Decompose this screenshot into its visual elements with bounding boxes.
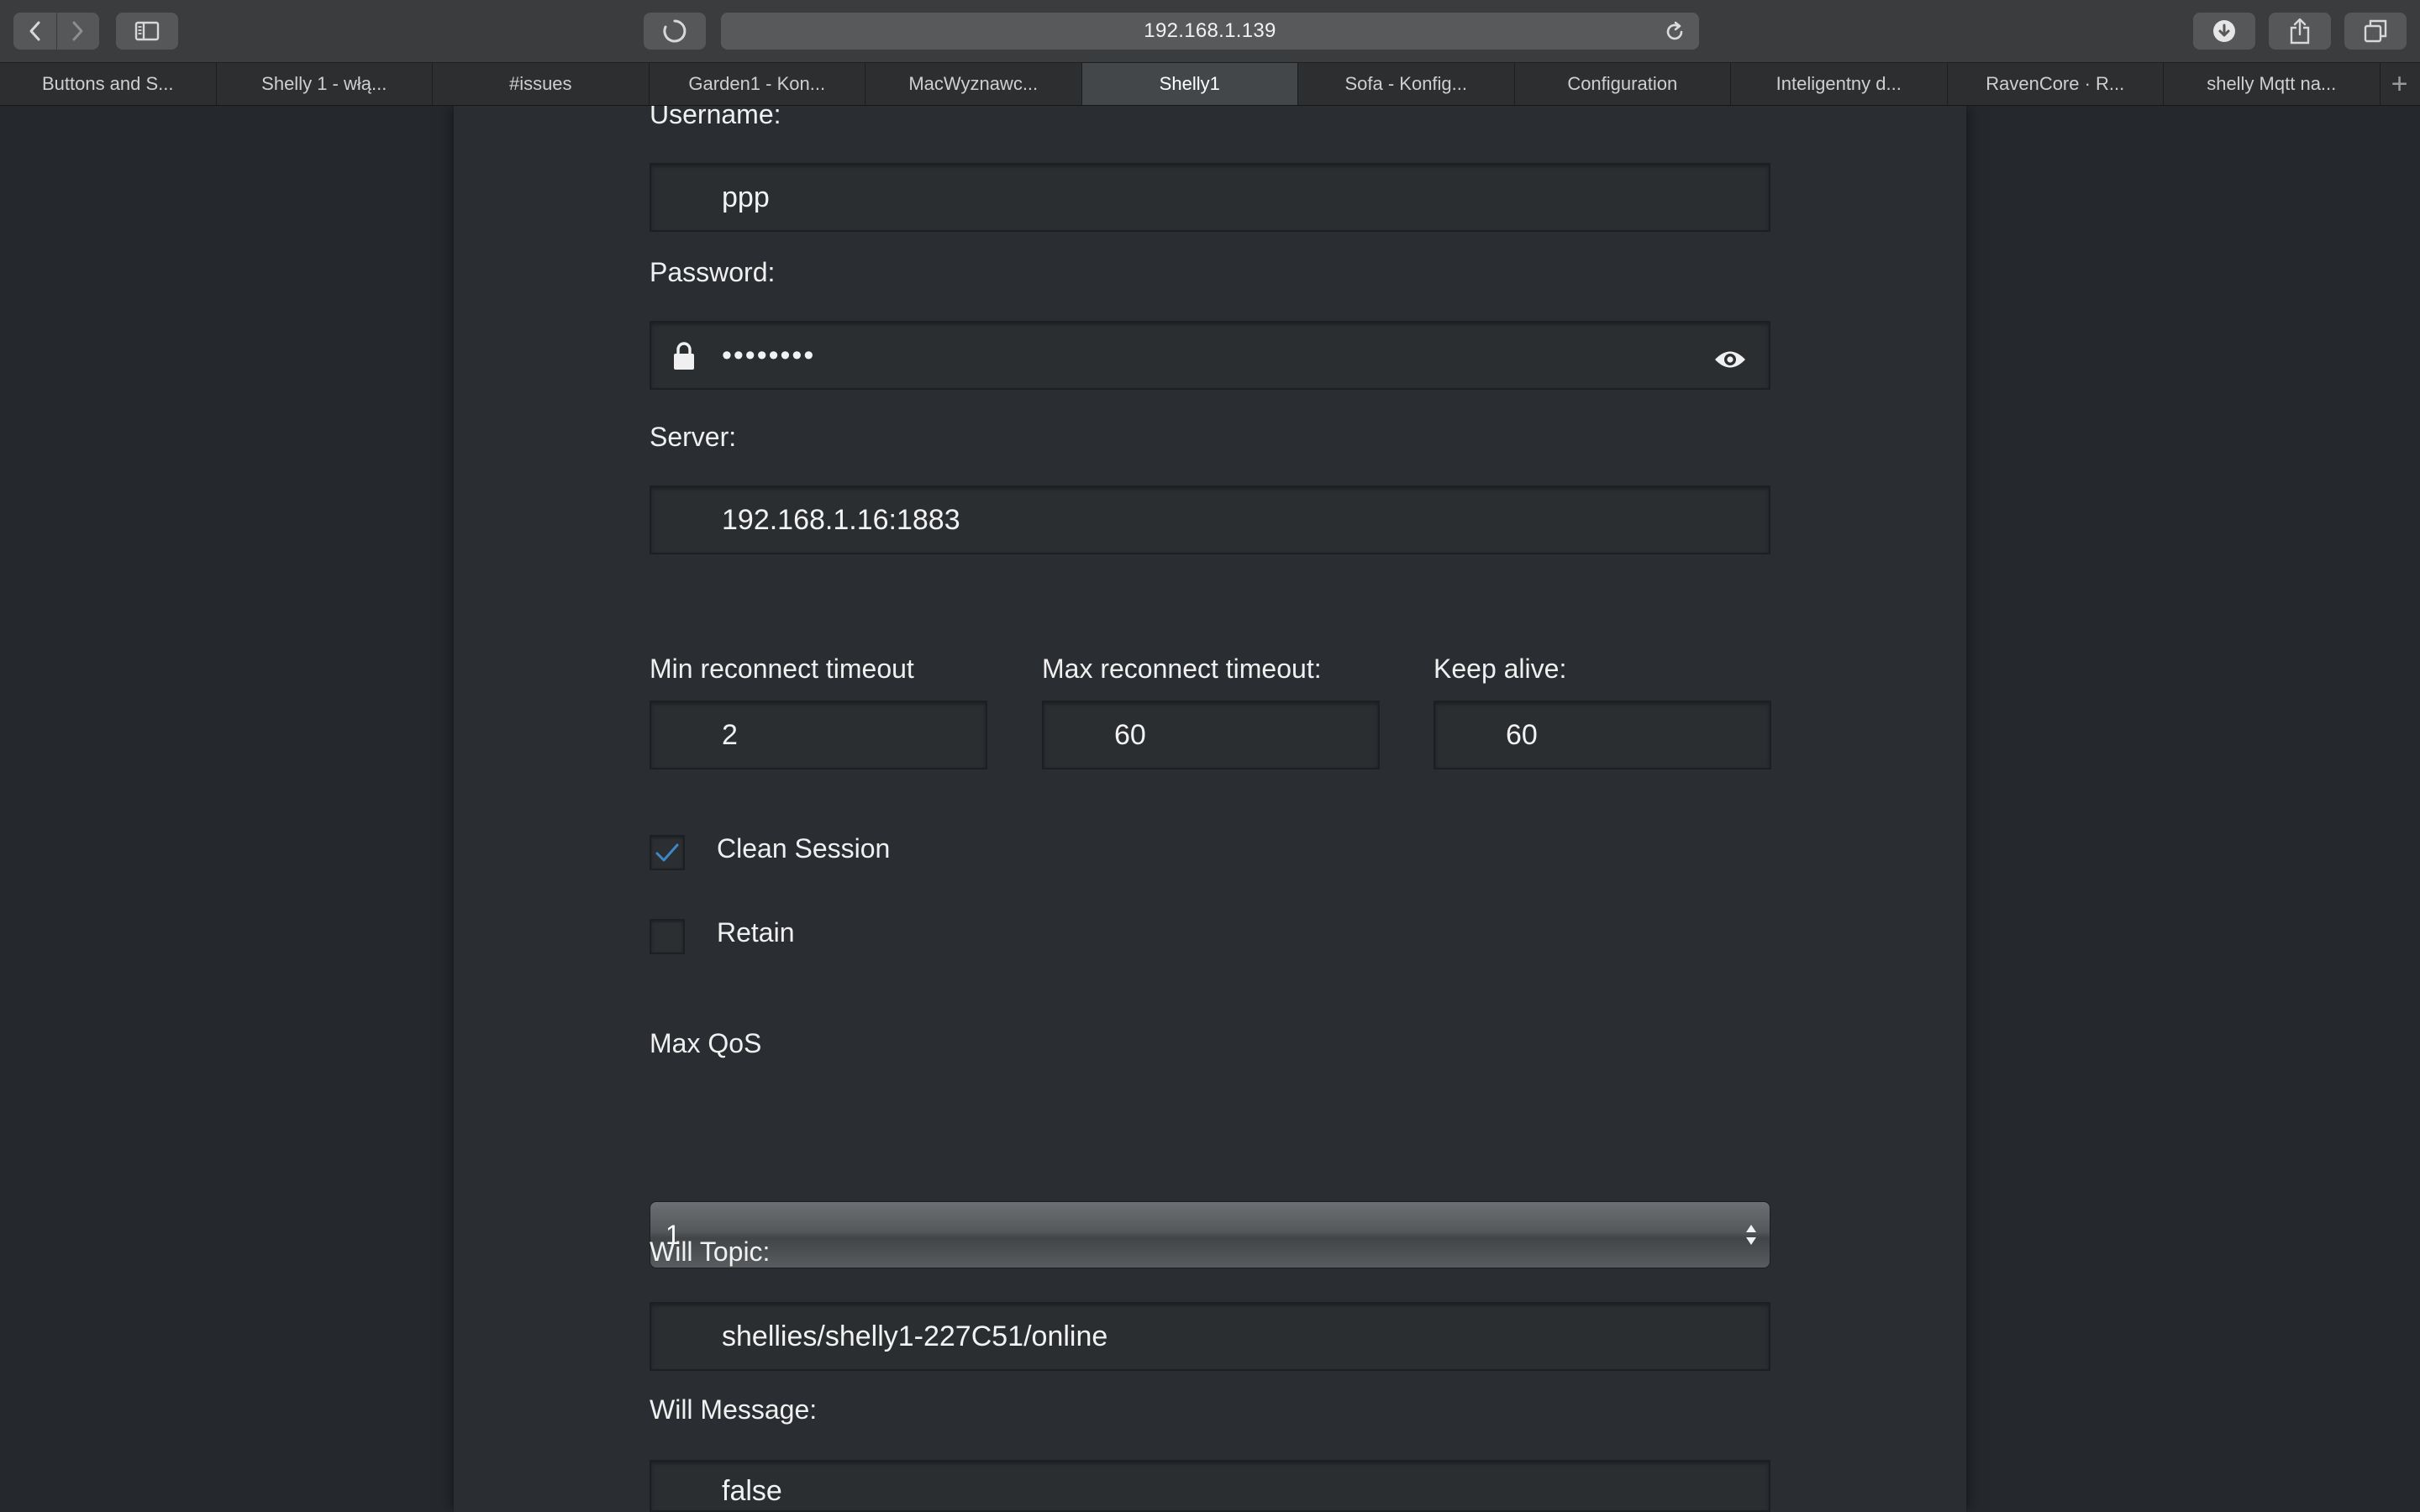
tab-garden1[interactable]: Garden1 - Kon... — [650, 63, 865, 105]
tab-buttons-and-s[interactable]: Buttons and S... — [0, 63, 217, 105]
will-message-input[interactable]: false — [650, 1460, 1770, 1512]
server-label: Server: — [650, 422, 737, 452]
password-value: •••••••• — [722, 339, 816, 371]
tab-overview-icon — [2364, 19, 2387, 43]
tab-issues[interactable]: #issues — [433, 63, 650, 105]
chevron-left-icon — [29, 21, 40, 41]
lock-icon — [671, 341, 697, 379]
server-input[interactable]: 192.168.1.16:1883 — [650, 486, 1770, 554]
username-value: ppp — [722, 181, 770, 213]
min-reconnect-value: 2 — [722, 718, 738, 751]
will-topic-input[interactable]: shellies/shelly1-227C51/online — [650, 1302, 1770, 1371]
server-value: 192.168.1.16:1883 — [722, 503, 960, 536]
max-reconnect-label: Max reconnect timeout: — [1042, 654, 1322, 684]
tab-inteligentny[interactable]: Inteligentny d... — [1731, 63, 1948, 105]
username-label: Username: — [650, 106, 781, 129]
share-button[interactable] — [2269, 13, 2331, 50]
eye-icon — [1715, 351, 1745, 368]
downloads-button[interactable] — [2193, 13, 2255, 50]
mqtt-settings-panel — [454, 106, 1966, 1512]
min-reconnect-label: Min reconnect timeout — [650, 654, 914, 684]
back-button[interactable] — [13, 13, 56, 50]
address-bar[interactable]: 192.168.1.139 — [721, 13, 1699, 50]
will-message-label: Will Message: — [650, 1394, 818, 1425]
reload-button[interactable] — [1664, 21, 1686, 49]
download-icon — [2213, 20, 2235, 42]
loading-spinner-icon — [663, 19, 687, 43]
max-reconnect-value: 60 — [1114, 718, 1146, 751]
checkmark-icon — [655, 843, 679, 862]
password-label: Password: — [650, 257, 776, 287]
will-topic-label: Will Topic: — [650, 1236, 771, 1267]
tab-shelly-1-wla[interactable]: Shelly 1 - włą... — [217, 63, 433, 105]
max-reconnect-input[interactable]: 60 — [1042, 701, 1380, 769]
retain-checkbox[interactable] — [650, 919, 685, 954]
reload-icon — [1666, 21, 1683, 40]
tab-bar: Buttons and S... Shelly 1 - włą... #issu… — [0, 63, 2420, 106]
share-icon — [2290, 18, 2310, 45]
tab-shelly1-active[interactable]: Shelly1 — [1081, 63, 1298, 105]
select-arrows-icon — [1744, 1222, 1758, 1254]
loading-stop-button[interactable] — [644, 13, 706, 50]
min-reconnect-input[interactable]: 2 — [650, 701, 987, 769]
new-tab-button[interactable]: + — [2381, 63, 2419, 105]
retain-label: Retain — [717, 917, 795, 948]
page-viewport: Username: ppp Password: •••••••• Server:… — [0, 106, 2420, 1512]
sidebar-icon — [134, 21, 160, 41]
nav-buttons — [13, 13, 99, 50]
chevron-right-icon — [72, 21, 83, 41]
will-message-value: false — [722, 1475, 782, 1507]
keep-alive-label: Keep alive: — [1434, 654, 1567, 684]
max-qos-label: Max QoS — [650, 1028, 762, 1058]
browser-toolbar: 192.168.1.139 — [0, 0, 2420, 63]
sidebar-toggle-button[interactable] — [116, 13, 178, 50]
tab-overview-button[interactable] — [2344, 13, 2407, 50]
tab-macwyznawc[interactable]: MacWyznawc... — [865, 63, 1082, 105]
will-topic-value: shellies/shelly1-227C51/online — [722, 1320, 1108, 1352]
clean-session-label: Clean Session — [717, 833, 891, 864]
clean-session-checkbox[interactable] — [650, 835, 685, 870]
forward-button[interactable] — [56, 13, 99, 50]
password-input[interactable]: •••••••• — [650, 321, 1770, 390]
max-qos-select[interactable]: 1 — [650, 1201, 1770, 1268]
tab-shelly-mqtt[interactable]: shelly Mqtt na... — [2164, 63, 2381, 105]
tab-sofa[interactable]: Sofa - Konfig... — [1298, 63, 1515, 105]
tab-ravencore[interactable]: RavenCore · R... — [1948, 63, 2164, 105]
username-input[interactable]: ppp — [650, 163, 1770, 232]
tab-configuration[interactable]: Configuration — [1515, 63, 1731, 105]
show-password-button[interactable] — [1713, 345, 1747, 378]
url-text: 192.168.1.139 — [1144, 19, 1276, 42]
keep-alive-input[interactable]: 60 — [1434, 701, 1771, 769]
keep-alive-value: 60 — [1506, 718, 1538, 751]
